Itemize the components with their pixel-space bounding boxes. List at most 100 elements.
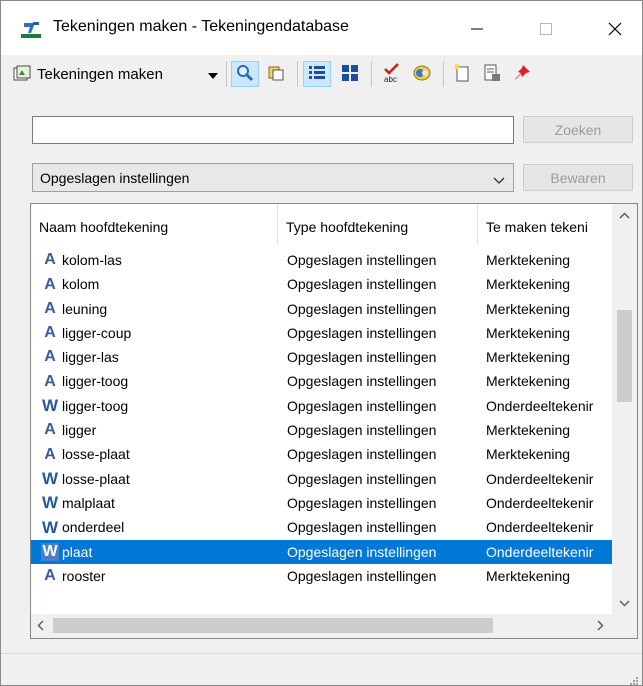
table-row[interactable]: Wmalplaat Opgeslagen instellingen Onderdee…: [31, 491, 612, 515]
column-header-type[interactable]: Type hoofdtekening: [278, 204, 477, 248]
column-header-to-make[interactable]: Te maken tekeni: [478, 204, 612, 248]
scrollbar-corner: [612, 614, 637, 638]
window-title: Tekeningen maken - Tekeningendatabase: [53, 18, 349, 35]
table-row[interactable]: Wonderdeel Opgeslagen instellingen Onderde…: [31, 515, 612, 539]
spell-check-button[interactable]: abc: [379, 61, 405, 87]
part-drawing-icon: W: [41, 493, 59, 513]
create-drawings-dropdown[interactable]: [205, 61, 221, 87]
row-name: ligger: [62, 422, 97, 439]
assembly-drawing-icon: A: [44, 445, 56, 463]
create-drawings-button[interactable]: Tekeningen maken: [13, 61, 191, 87]
cell-name: Wplaat: [41, 540, 277, 564]
cell-name: Wligger-toog: [41, 394, 277, 418]
table-row[interactable]: Aligger-las Opgeslagen instellingen Merkte…: [31, 345, 612, 369]
row-name: ligger-las: [62, 349, 119, 366]
maximize-button[interactable]: [522, 11, 570, 49]
assembly-drawing-icon: A: [44, 348, 56, 366]
search-input[interactable]: [32, 116, 514, 144]
table-row[interactable]: Akolom-las Opgeslagen instellingen Merktek…: [31, 248, 612, 272]
row-name: ligger-coup: [62, 324, 132, 341]
vertical-scrollbar[interactable]: [612, 204, 637, 615]
copy-button[interactable]: [263, 61, 289, 87]
table-row[interactable]: Wplaat Opgeslagen instellingen Onderdeelte…: [31, 539, 612, 564]
grid-view-button[interactable]: [337, 61, 363, 87]
table-row[interactable]: Wlosse-plaat Opgeslagen instellingen Onder…: [31, 467, 612, 491]
row-name: leuning: [62, 300, 108, 317]
toolbar-separator: [443, 61, 444, 87]
status-bar: [1, 653, 642, 685]
resize-grip-icon[interactable]: [628, 672, 638, 685]
cell-name: Wmalplaat: [41, 491, 277, 515]
assembly-drawing-icon: A: [44, 324, 56, 342]
list-rows: Akolom-las Opgeslagen instellingen Merktek…: [31, 248, 612, 588]
table-row[interactable]: Wligger-toog Opgeslagen instellingen Onder…: [31, 394, 612, 418]
assembly-drawing-icon: A: [44, 299, 56, 317]
saved-settings-select[interactable]: Opgeslagen instellingen: [32, 163, 514, 192]
assembly-drawing-icon: A: [44, 567, 56, 585]
pin-button[interactable]: [509, 61, 535, 87]
scroll-down-icon[interactable]: [619, 596, 630, 610]
minimize-button[interactable]: [453, 11, 501, 49]
search-toggle-button[interactable]: [231, 61, 259, 87]
table-row[interactable]: Aligger Opgeslagen instellingen Merktekeni…: [31, 418, 612, 442]
table-row[interactable]: Akolom Opgeslagen instellingen Merktekenin…: [31, 272, 612, 296]
cell-type: Opgeslagen instellingen: [287, 494, 437, 511]
cell-to-make: Onderdeeltekenir: [486, 397, 594, 414]
spell-check-icon: abc: [382, 62, 402, 86]
table-row[interactable]: Arooster Opgeslagen instellingen Merkteken…: [31, 564, 612, 588]
properties-button[interactable]: [479, 61, 505, 87]
row-name: losse-plaat: [62, 470, 130, 487]
cell-name: Arooster: [41, 564, 277, 588]
row-name: kolom: [62, 276, 100, 293]
cell-type: Opgeslagen instellingen: [287, 349, 437, 366]
create-drawings-label: Tekeningen maken: [37, 65, 163, 83]
part-drawing-icon: W: [41, 542, 59, 561]
scroll-right-icon[interactable]: [597, 620, 604, 634]
cell-name: Alosse-plaat: [41, 442, 277, 466]
cell-to-make: Merktekening: [486, 324, 571, 341]
table-row[interactable]: Aleuning Opgeslagen instellingen Merkteken…: [31, 297, 612, 321]
cell-to-make: Merktekening: [486, 567, 571, 584]
cell-to-make: Merktekening: [486, 446, 571, 463]
horizontal-scroll-thumb[interactable]: [53, 618, 493, 633]
cell-to-make: Onderdeeltekenir: [486, 470, 594, 487]
assembly-drawing-icon: A: [44, 275, 56, 293]
title-bar[interactable]: Tekeningen maken - Tekeningendatabase: [1, 1, 642, 55]
horizontal-scrollbar[interactable]: [31, 614, 612, 638]
column-header-name[interactable]: Naam hoofdtekening: [31, 204, 277, 248]
search-button[interactable]: Zoeken: [523, 116, 633, 143]
part-drawing-icon: W: [41, 396, 59, 416]
scroll-up-icon[interactable]: [619, 208, 630, 222]
refresh-button[interactable]: [409, 61, 435, 87]
close-button[interactable]: [591, 11, 639, 49]
cell-to-make: Onderdeeltekenir: [486, 494, 594, 511]
dropdown-arrow-icon: [208, 66, 218, 82]
copy-icon: [267, 64, 285, 85]
cell-to-make: Onderdeeltekenir: [486, 543, 594, 560]
cell-to-make: Merktekening: [486, 252, 571, 268]
drawings-list[interactable]: Naam hoofdtekening Type hoofdtekening Te…: [30, 203, 638, 639]
app-icon: [21, 21, 41, 39]
table-row[interactable]: Alosse-plaat Opgeslagen instellingen Merkt…: [31, 442, 612, 466]
table-row[interactable]: Aligger-toog Opgeslagen instellingen Merkt…: [31, 369, 612, 393]
new-icon: [453, 63, 471, 86]
maximize-icon: [539, 22, 553, 39]
cell-type: Opgeslagen instellingen: [287, 300, 437, 317]
save-button-label: Bewaren: [550, 169, 606, 186]
cell-type: Opgeslagen instellingen: [287, 422, 437, 439]
cell-to-make: Merktekening: [486, 349, 571, 366]
scroll-left-icon[interactable]: [37, 620, 44, 634]
part-drawing-icon: W: [41, 517, 59, 537]
list-view-button[interactable]: [303, 61, 331, 87]
table-row[interactable]: Aligger-coup Opgeslagen instellingen Merkt…: [31, 321, 612, 345]
cell-name: Akolom: [41, 272, 277, 296]
toolbar-separator: [297, 61, 298, 87]
save-button[interactable]: Bewaren: [523, 164, 633, 191]
vertical-scroll-thumb[interactable]: [617, 310, 632, 402]
cell-name: Akolom-las: [41, 248, 277, 272]
new-button[interactable]: [449, 61, 475, 87]
cell-type: Opgeslagen instellingen: [287, 252, 437, 268]
part-drawing-icon: W: [41, 468, 59, 488]
toolbar-separator: [371, 61, 372, 87]
cell-type: Opgeslagen instellingen: [287, 373, 437, 390]
